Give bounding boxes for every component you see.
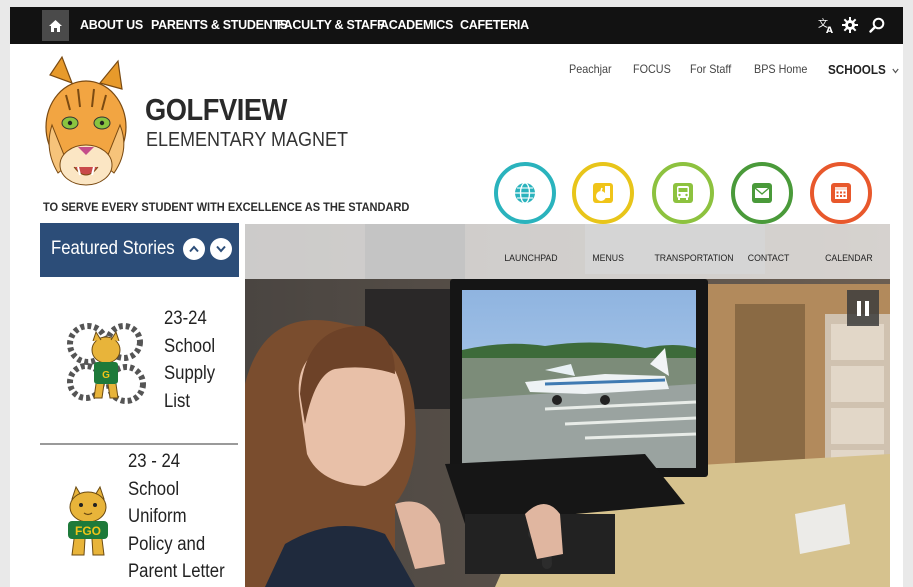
link-focus[interactable]: FOCUS [633,62,671,76]
contact-button[interactable] [731,162,793,224]
top-navigation: ABOUT US PARENTS & STUDENTS FACULTY & ST… [10,7,903,44]
home-button[interactable] [42,10,69,41]
nav-about-us[interactable]: ABOUT US [80,7,143,44]
apple-icon [593,183,613,203]
story-2-title-line: Policy and [128,533,206,555]
transportation-button[interactable] [652,162,714,224]
search-button[interactable] [867,15,887,35]
pause-icon-bar [857,300,861,316]
page: ABOUT US PARENTS & STUDENTS FACULTY & ST… [10,7,903,587]
link-bps-home[interactable]: BPS Home [754,62,807,76]
translate-button[interactable]: 文 A [816,15,836,35]
story-1-title-line: List [164,390,191,412]
story-2-title[interactable]: 23 - 24 School Uniform Policy and Parent… [128,448,225,586]
nav-academics[interactable]: ACADEMICS [380,7,453,44]
quick-icons-label-band [245,224,890,279]
home-icon [49,19,62,32]
launchpad-button[interactable] [494,162,556,224]
svg-text:A: A [826,26,833,34]
bus-icon [673,183,693,203]
link-peachjar[interactable]: Peachjar [569,62,612,76]
svg-text:G: G [102,370,110,381]
story-thumbnail-bobcat[interactable]: FGO [58,485,118,557]
featured-next-button[interactable] [210,238,232,260]
story-2-title-line: Parent Letter [128,561,225,582]
nav-faculty-staff[interactable]: FACULTY & STAFF [277,7,385,44]
story-divider [40,443,238,445]
transportation-label[interactable]: TRANSPORTATION [654,253,733,264]
story-1-title[interactable]: 23-24 School Supply List [164,305,215,415]
chevron-down-icon [892,68,899,74]
schools-label: SCHOOLS [828,62,886,77]
story-1-title-line: 23-24 [164,308,207,329]
chevron-up-icon [189,245,199,253]
featured-stories-title: Featured Stories [51,238,175,259]
settings-button[interactable] [840,15,860,35]
menus-label[interactable]: MENUS [592,253,624,264]
story-1-title-line: School [164,335,216,357]
nav-cafeteria[interactable]: CAFETERIA [460,7,529,44]
translate-icon: 文 A [818,17,833,34]
featured-prev-button[interactable] [183,238,205,260]
menus-button[interactable] [572,162,634,224]
launchpad-label[interactable]: LAUNCHPAD [504,253,557,264]
search-icon [869,17,885,33]
nav-parents-students[interactable]: PARENTS & STUDENTS [151,7,288,44]
pause-slideshow-button[interactable] [847,290,879,326]
school-name[interactable]: GOLFVIEW [145,94,287,125]
envelope-icon [752,183,772,203]
gear-icon [842,17,858,33]
story-2-title-line: Uniform [128,506,187,527]
featured-stories-header: Featured Stories [40,223,239,277]
story-2-title-line: School [128,478,180,500]
link-for-staff[interactable]: For Staff [690,62,731,76]
calendar-icon [831,183,851,203]
calendar-button[interactable] [810,162,872,224]
chevron-down-icon [216,245,226,253]
story-thumbnail-gears-bobcat[interactable]: G [66,314,146,412]
bobcat-mascot-logo[interactable] [40,55,132,195]
globe-icon [515,182,535,204]
svg-text:FGO: FGO [75,524,101,538]
school-subtitle[interactable]: ELEMENTARY MAGNET [146,130,348,150]
mission-tagline: TO SERVE EVERY STUDENT WITH EXCELLENCE A… [43,200,410,214]
schools-dropdown[interactable]: SCHOOLS [828,62,899,77]
pause-icon-bar [865,300,869,316]
story-2-title-line: 23 - 24 [128,451,181,472]
contact-label[interactable]: CONTACT [748,253,790,264]
story-1-title-line: Supply [164,363,216,384]
calendar-label[interactable]: CALENDAR [825,253,873,264]
